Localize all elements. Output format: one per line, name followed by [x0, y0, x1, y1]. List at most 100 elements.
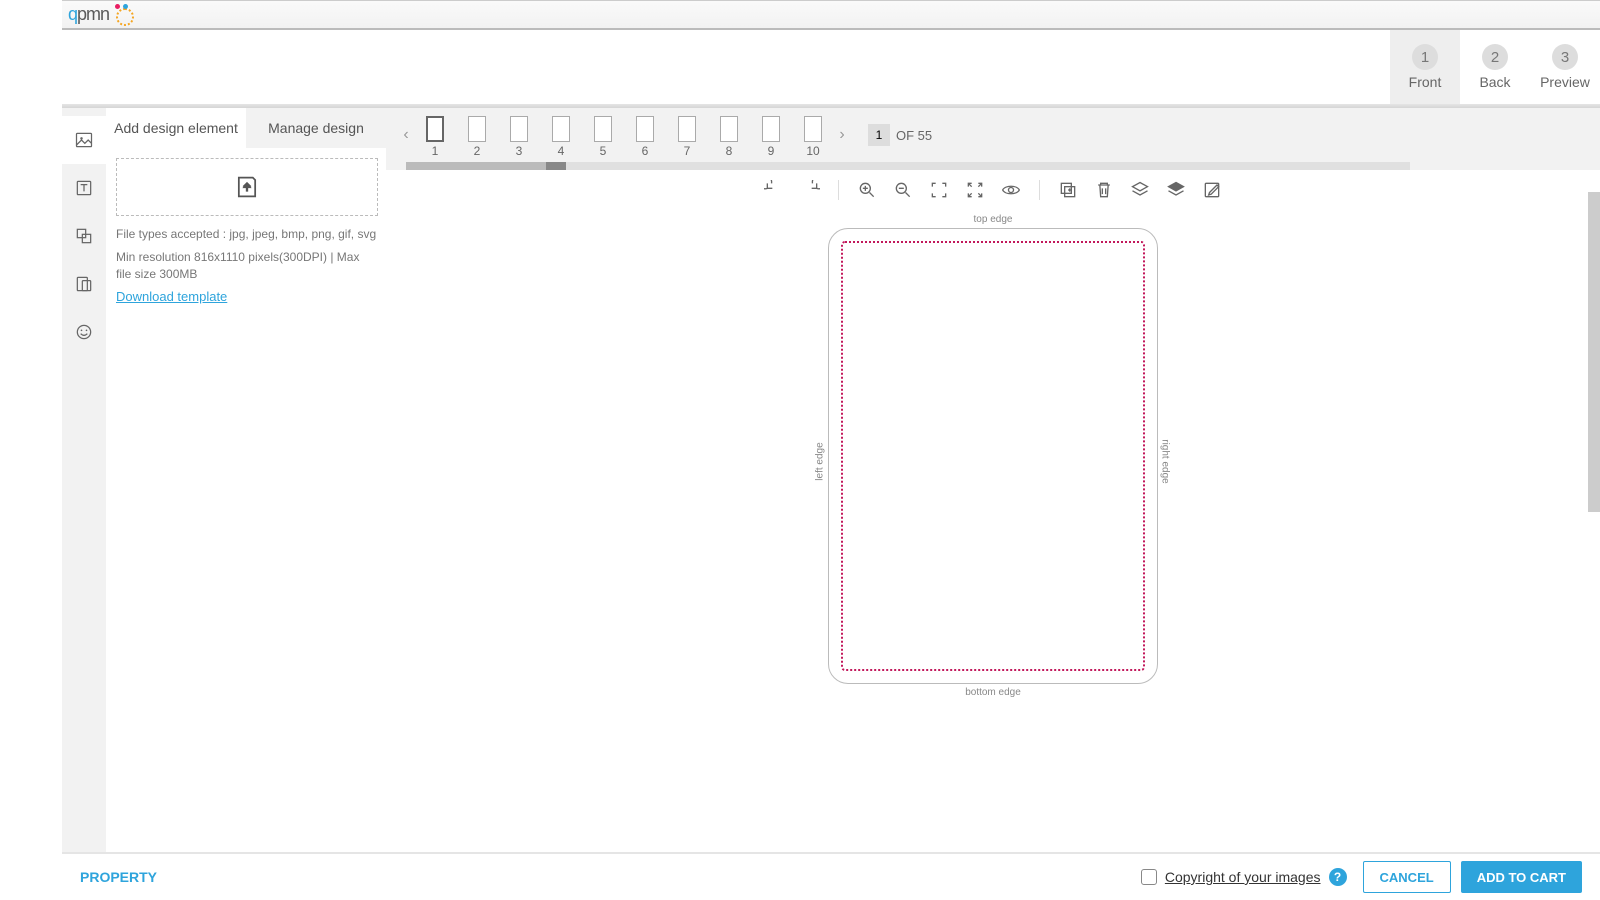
undo-button[interactable] — [762, 178, 786, 202]
tool-layout[interactable] — [62, 260, 106, 308]
tool-sticker[interactable] — [62, 308, 106, 356]
fullscreen-button[interactable] — [963, 178, 987, 202]
thumb-rect — [552, 116, 570, 142]
file-types-hint: File types accepted : jpg, jpeg, bmp, pn… — [116, 226, 378, 243]
page-total-label: OF 55 — [896, 128, 932, 143]
prev-page-arrow[interactable]: ‹ — [396, 126, 416, 144]
preview-button[interactable] — [999, 178, 1023, 202]
duplicate-button[interactable] — [1056, 178, 1080, 202]
step-label: Front — [1409, 74, 1442, 90]
vertical-scrollbar[interactable] — [1588, 192, 1600, 852]
safe-zone — [841, 241, 1145, 671]
text-icon — [74, 178, 94, 198]
thumb-number: 3 — [516, 144, 523, 158]
copyright-checkbox[interactable] — [1141, 869, 1157, 885]
sticker-icon — [74, 322, 94, 342]
layer-back-icon — [1130, 180, 1150, 200]
edge-label-bottom: bottom edge — [965, 687, 1021, 698]
thumb-rect — [468, 116, 486, 142]
thumb-number: 2 — [474, 144, 481, 158]
next-page-arrow[interactable]: › — [832, 126, 852, 144]
page-thumb-7[interactable]: 7 — [678, 116, 696, 158]
logo[interactable]: qpmn — [68, 4, 135, 26]
thumb-rect — [720, 116, 738, 142]
thumb-rect — [594, 116, 612, 142]
tool-shape[interactable] — [62, 212, 106, 260]
thumb-number: 10 — [806, 144, 819, 158]
page-thumb-10[interactable]: 10 — [804, 116, 822, 158]
layout-icon — [74, 274, 94, 294]
undo-icon — [764, 180, 784, 200]
card-frame[interactable]: left edge right edge — [828, 228, 1158, 684]
upload-icon — [233, 173, 261, 201]
tab-manage-design[interactable]: Manage design — [246, 108, 386, 148]
edge-label-right: right edge — [1159, 439, 1170, 483]
strip-scrollbar[interactable] — [406, 162, 1410, 170]
layer-front-button[interactable] — [1164, 178, 1188, 202]
thumb-rect — [804, 116, 822, 142]
tab-add-design-element[interactable]: Add design element — [106, 108, 246, 148]
center-column: ‹ 1 2 3 4 5 6 7 8 9 10 › OF 55 — [386, 108, 1600, 900]
property-link[interactable]: PROPERTY — [80, 869, 157, 885]
fit-button[interactable] — [927, 178, 951, 202]
step-number: 1 — [1412, 44, 1438, 70]
edge-label-top: top edge — [974, 214, 1013, 225]
layer-back-button[interactable] — [1128, 178, 1152, 202]
tool-text[interactable] — [62, 164, 106, 212]
edge-label-left: left edge — [815, 442, 826, 480]
page-thumb-6[interactable]: 6 — [636, 116, 654, 158]
step-number: 3 — [1552, 44, 1578, 70]
step-back[interactable]: 2 Back — [1460, 30, 1530, 104]
tool-image[interactable] — [62, 116, 106, 164]
separator — [1039, 180, 1040, 200]
edit-icon — [1202, 180, 1222, 200]
eye-icon — [1001, 180, 1021, 200]
redo-button[interactable] — [798, 178, 822, 202]
page-thumb-8[interactable]: 8 — [720, 116, 738, 158]
zoom-out-button[interactable] — [891, 178, 915, 202]
thumb-number: 1 — [432, 144, 439, 158]
upload-dropzone[interactable] — [116, 158, 378, 216]
page-thumb-9[interactable]: 9 — [762, 116, 780, 158]
layer-front-icon — [1166, 180, 1186, 200]
thumb-number: 7 — [684, 144, 691, 158]
add-to-cart-button[interactable]: ADD TO CART — [1461, 861, 1582, 893]
thumb-number: 6 — [642, 144, 649, 158]
step-preview[interactable]: 3 Preview — [1530, 30, 1600, 104]
card-wrapper: top edge left edge right edge bottom edg… — [819, 216, 1167, 684]
fullscreen-icon — [965, 180, 985, 200]
tool-rail — [62, 108, 106, 900]
cancel-button[interactable]: CANCEL — [1363, 861, 1451, 893]
page-thumb-4[interactable]: 4 — [552, 116, 570, 158]
step-number: 2 — [1482, 44, 1508, 70]
zoom-out-icon — [893, 180, 913, 200]
fit-icon — [929, 180, 949, 200]
page-thumb-5[interactable]: 5 — [594, 116, 612, 158]
delete-button[interactable] — [1092, 178, 1116, 202]
shape-icon — [74, 226, 94, 246]
current-page-input[interactable] — [868, 124, 890, 146]
edit-button[interactable] — [1200, 178, 1224, 202]
step-front[interactable]: 1 Front — [1390, 30, 1460, 104]
image-icon — [74, 130, 94, 150]
download-template-link[interactable]: Download template — [116, 289, 227, 304]
duplicate-icon — [1058, 180, 1078, 200]
step-label: Back — [1479, 74, 1510, 90]
thumb-rect — [510, 116, 528, 142]
canvas-toolbar — [386, 170, 1600, 210]
separator — [838, 180, 839, 200]
help-icon[interactable]: ? — [1329, 868, 1347, 886]
panel-tabs: Add design element Manage design — [106, 108, 386, 148]
copyright-label[interactable]: Copyright of your images — [1165, 869, 1321, 885]
page-thumb-1[interactable]: 1 — [426, 116, 444, 158]
thumb-rect — [678, 116, 696, 142]
page-thumb-3[interactable]: 3 — [510, 116, 528, 158]
page-counter: OF 55 — [868, 124, 932, 146]
page-thumb-2[interactable]: 2 — [468, 116, 486, 158]
thumb-number: 8 — [726, 144, 733, 158]
zoom-in-button[interactable] — [855, 178, 879, 202]
page-strip: ‹ 1 2 3 4 5 6 7 8 9 10 › OF 55 — [386, 108, 1600, 162]
thumb-number: 9 — [768, 144, 775, 158]
canvas-area[interactable]: top edge left edge right edge bottom edg… — [386, 210, 1600, 900]
thumb-number: 4 — [558, 144, 565, 158]
